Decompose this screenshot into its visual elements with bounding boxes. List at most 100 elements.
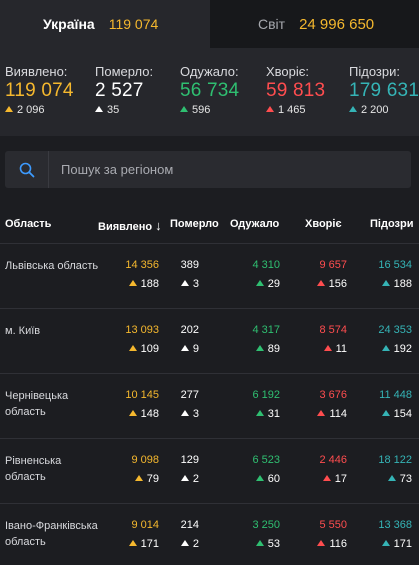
cell-detected: 10 145 148: [125, 387, 159, 422]
sick-delta: 17: [319, 471, 347, 487]
stat-died: Померло: 2 527 35: [95, 64, 153, 116]
table-row[interactable]: Чернівецька область 10 145 148 277 3 6 192 31 3…: [0, 374, 419, 439]
suspected-delta: 73: [378, 471, 412, 487]
column-header-region[interactable]: Область: [5, 218, 51, 230]
cell-recovered: 6 192 31: [252, 387, 280, 422]
tab-ukraine-label: Україна: [43, 16, 95, 32]
arrow-up-icon: [180, 106, 188, 112]
suspected-value: 24 353: [378, 324, 412, 336]
arrow-up-icon: [349, 106, 357, 112]
arrow-up-icon: [381, 540, 390, 546]
detected-value: 13 093: [125, 324, 159, 336]
suspected-delta: 154: [379, 406, 412, 422]
arrow-up-icon: [134, 475, 143, 481]
arrow-up-icon: [255, 345, 264, 351]
died-delta: 3: [180, 406, 199, 422]
table-row[interactable]: м. Київ 13 093 109 202 9 4 317 89 8 574 11 24 353…: [0, 309, 419, 374]
cell-suspected: 16 534 188: [378, 257, 412, 292]
recovered-value: 4 317: [252, 324, 280, 336]
stat-delta: 1 465: [266, 104, 325, 116]
cell-recovered: 3 250 53: [252, 517, 280, 552]
suspected-delta: 192: [378, 341, 412, 357]
arrow-up-icon: [5, 106, 13, 112]
stat-value: 56 734: [180, 80, 240, 101]
table-header: Область Виявлено ↓ Померло Одужало Хворі…: [0, 204, 419, 244]
detected-delta: 79: [131, 471, 159, 487]
table-row[interactable]: Львівська область 14 356 188 389 3 4 310 29 9 6…: [0, 244, 419, 309]
cell-sick: 5 550 116: [317, 517, 347, 552]
cell-sick: 3 676 114: [317, 387, 347, 422]
column-header-detected[interactable]: Виявлено ↓: [98, 218, 162, 233]
search-section: [0, 136, 419, 204]
stat-detected: Виявлено: 119 074 2 096: [5, 64, 74, 116]
arrow-up-icon: [180, 540, 189, 546]
suspected-value: 18 122: [378, 454, 412, 466]
table-row[interactable]: Рівненська область 9 098 79 129 2 6 523 60 2 44…: [0, 439, 419, 504]
table-row[interactable]: Івано-Франківська область 9 014 171 214 2 3 2…: [0, 504, 419, 565]
cell-died: 277 3: [181, 387, 199, 422]
stat-label: Померло:: [95, 64, 154, 79]
suspected-value: 16 534: [378, 259, 412, 271]
cell-detected: 14 356 188: [125, 257, 159, 292]
recovered-delta: 60: [252, 471, 280, 487]
arrow-up-icon: [180, 280, 189, 286]
sick-delta: 116: [317, 536, 347, 552]
stat-delta: 35: [95, 104, 153, 116]
sick-delta: 114: [317, 406, 347, 422]
stat-label: Підозри:: [349, 64, 400, 79]
arrow-up-icon: [95, 106, 103, 112]
column-header-suspected[interactable]: Підозри: [370, 218, 413, 230]
region-name: Івано-Франківська область: [5, 520, 98, 548]
column-header-died[interactable]: Померло: [170, 218, 219, 230]
search-input[interactable]: [49, 162, 411, 177]
arrow-up-icon: [255, 540, 264, 546]
arrow-up-icon: [128, 345, 137, 351]
stat-delta: 2 200: [349, 104, 419, 116]
arrow-up-icon: [255, 410, 264, 416]
died-value: 389: [180, 259, 199, 271]
column-header-sick[interactable]: Хворіє: [305, 218, 342, 230]
region-name: м. Київ: [5, 325, 41, 337]
stat-delta: 596: [180, 104, 239, 116]
sick-value: 2 446: [319, 454, 347, 466]
died-value: 214: [180, 519, 199, 531]
cell-suspected: 11 448 154: [379, 387, 412, 422]
cell-detected: 9 098 79: [131, 452, 159, 487]
stat-sick: Хворіє: 59 813 1 465: [266, 64, 325, 116]
died-delta: 9: [180, 341, 199, 357]
arrow-up-icon: [322, 475, 331, 481]
recovered-delta: 53: [252, 536, 280, 552]
cell-sick: 8 574 11: [319, 322, 347, 357]
column-header-recovered[interactable]: Одужало: [230, 218, 279, 230]
tab-ukraine-value: 119 074: [108, 16, 159, 32]
recovered-value: 3 250: [252, 519, 280, 531]
suspected-delta: 171: [378, 536, 412, 552]
cell-suspected: 24 353 192: [378, 322, 412, 357]
arrow-up-icon: [255, 475, 264, 481]
arrow-up-icon: [180, 410, 189, 416]
arrow-up-icon: [128, 540, 137, 546]
stat-delta: 2 096: [5, 104, 74, 116]
died-delta: 3: [180, 276, 199, 292]
died-delta: 2: [180, 536, 199, 552]
recovered-value: 6 523: [252, 454, 280, 466]
stat-value: 119 074: [5, 80, 74, 101]
sort-down-icon: ↓: [155, 218, 162, 233]
arrow-up-icon: [381, 345, 390, 351]
died-value: 202: [180, 324, 199, 336]
recovered-delta: 29: [252, 276, 280, 292]
detected-delta: 188: [125, 276, 159, 292]
search-box: [5, 151, 411, 188]
tab-ukraine[interactable]: Україна 119 074: [0, 0, 210, 48]
suspected-value: 13 368: [378, 519, 412, 531]
summary-panel: Виявлено: 119 074 2 096 Померло: 2 527 3…: [0, 48, 419, 136]
search-icon[interactable]: [5, 151, 49, 188]
cell-sick: 9 657 156: [316, 257, 347, 292]
recovered-delta: 89: [252, 341, 280, 357]
region-name: Чернівецька область: [5, 390, 69, 418]
tab-world[interactable]: Світ 24 996 650: [210, 0, 419, 48]
arrow-up-icon: [323, 345, 332, 351]
detected-value: 14 356: [125, 259, 159, 271]
scope-tabs: Україна 119 074 Світ 24 996 650: [0, 0, 419, 48]
suspected-value: 11 448: [379, 389, 412, 401]
